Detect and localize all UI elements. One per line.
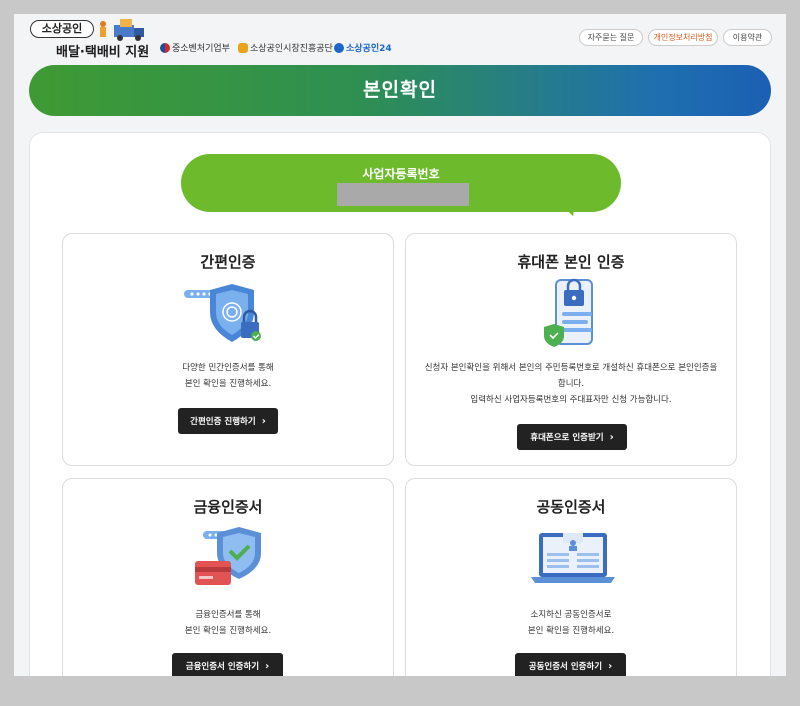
top-bar: 소상공인 배달·택배비 지원 중소벤처기업부 소상공인시장진흥공단 소상공인24 <box>14 14 786 64</box>
card-desc-line: 합니다. <box>557 379 585 389</box>
card-desc-line: 소지하신 공동인증서로 <box>530 610 612 620</box>
page-frame: 소상공인 배달·택배비 지원 중소벤처기업부 소상공인시장진흥공단 소상공인24 <box>14 14 786 706</box>
chevron-right-icon: › <box>261 415 266 427</box>
faq-link[interactable]: 자주묻는 질문 <box>579 29 643 46</box>
business-number-bubble: 사업자등록번호 <box>181 154 621 212</box>
sbiz24-icon <box>334 42 344 53</box>
chevron-right-icon: › <box>608 660 613 672</box>
card-description: 신청자 본인확인을 위해서 본인의 주민등록번호로 개설하신 휴대폰으로 본인인… <box>406 360 736 408</box>
privacy-policy-link[interactable]: 개인정보처리방침 <box>648 29 718 46</box>
card-phone-auth: 휴대폰 본인 인증 신청자 본인확인을 위해서 본인의 주민등록번호로 개설하신… <box>405 233 737 466</box>
partner-label: 소상공인24 <box>346 44 392 54</box>
card-title: 공동인증서 <box>536 498 606 516</box>
laptop-certificate-icon <box>527 531 619 591</box>
partner-label: 중소벤처기업부 <box>172 44 230 54</box>
phone-auth-button[interactable]: 휴대폰으로 인증받기 › <box>517 424 627 450</box>
delivery-truck-icon <box>98 17 148 43</box>
logo-subtitle: 배달·택배비 지원 <box>56 45 150 60</box>
button-label: 간편인증 진행하기 <box>190 417 256 427</box>
card-desc-line: 다양한 민간인증서를 통해 <box>182 363 274 373</box>
card-title: 간편인증 <box>200 253 256 271</box>
button-label: 휴대폰으로 인증받기 <box>530 433 604 443</box>
card-description: 금융인증서를 통해 본인 확인을 진행하세요. <box>63 607 393 639</box>
partner-sbiz24[interactable]: 소상공인24 <box>334 41 392 54</box>
button-label: 공동인증서 인증하기 <box>528 662 603 672</box>
simple-auth-button[interactable]: 간편인증 진행하기 › <box>178 408 278 434</box>
card-desc-line: 본인 확인을 진행하세요. <box>184 626 272 636</box>
card-title: 휴대폰 본인 인증 <box>517 253 625 271</box>
main-panel: 사업자등록번호 간편인증 다양한 민간인증서를 통해 본인 확인을 진행하세요.… <box>29 132 771 706</box>
page-title-banner: 본인확인 <box>29 65 771 116</box>
card-desc-line: 본인 확인을 진행하세요. <box>527 626 615 636</box>
partner-label: 소상공인시장진흥공단 <box>250 44 333 54</box>
shield-card-icon <box>195 527 265 593</box>
card-desc-line: 금융인증서를 통해 <box>195 610 261 620</box>
korea-emblem-icon <box>160 42 170 53</box>
terms-link[interactable]: 이용약관 <box>723 29 772 46</box>
card-desc-line: 신청자 본인확인을 위해서 본인의 주민등록번호로 개설하신 휴대폰으로 본인인… <box>424 363 718 373</box>
card-financial-cert: 금융인증서 금융인증서를 통해 본인 확인을 진행하세요. 금융인증서 인증하기… <box>62 478 394 694</box>
fingerprint-shield-lock-icon <box>184 282 274 352</box>
button-label: 금융인증서 인증하기 <box>185 662 260 672</box>
card-desc-line: 입력하신 사업자등록번호의 주대표자만 신청 가능합니다. <box>470 395 672 405</box>
card-simple-auth: 간편인증 다양한 민간인증서를 통해 본인 확인을 진행하세요. 간편인증 진행… <box>62 233 394 466</box>
chevron-right-icon: › <box>609 431 614 443</box>
card-description: 다양한 민간인증서를 통해 본인 확인을 진행하세요. <box>63 360 393 392</box>
chevron-right-icon: › <box>265 660 270 672</box>
business-number-label: 사업자등록번호 <box>362 167 440 181</box>
card-description: 소지하신 공동인증서로 본인 확인을 진행하세요. <box>406 607 736 639</box>
phone-lock-icon <box>542 278 604 352</box>
card-title: 금융인증서 <box>193 498 263 516</box>
logo-pill[interactable]: 소상공인 <box>30 20 94 38</box>
bubble-tail <box>556 197 578 219</box>
card-joint-cert: 공동인증서 소지하신 공동인증서로 본인 확인을 진행하세요. 공동인증서 인증… <box>405 478 737 694</box>
business-number-value <box>337 183 469 206</box>
bottom-overlay <box>0 676 800 706</box>
semas-icon <box>238 42 248 53</box>
partner-semas[interactable]: 소상공인시장진흥공단 <box>238 41 333 54</box>
card-desc-line: 본인 확인을 진행하세요. <box>184 379 272 389</box>
partner-mss[interactable]: 중소벤처기업부 <box>160 41 230 54</box>
